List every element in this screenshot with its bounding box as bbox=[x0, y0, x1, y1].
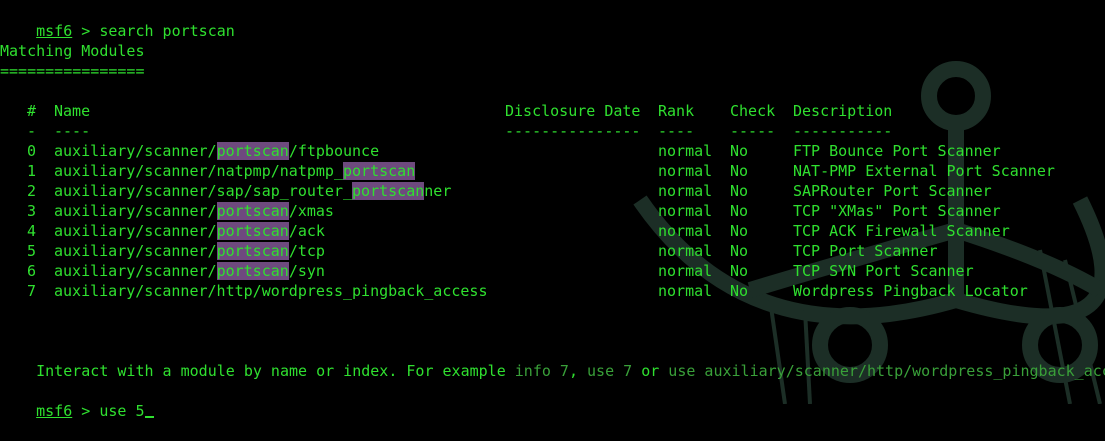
section-heading: Matching Modules bbox=[0, 42, 145, 60]
row-rank: normal bbox=[658, 182, 713, 200]
row-module-name: auxiliary/scanner/portscan/ftpbounce bbox=[54, 142, 380, 160]
row-num: 6 bbox=[27, 262, 37, 280]
example-info-command: info 7 bbox=[514, 362, 569, 380]
prompt-line: msf6 > search portscan bbox=[0, 1, 235, 40]
dashes-name: ---- bbox=[54, 122, 91, 140]
row-num: 1 bbox=[27, 162, 37, 180]
row-check: No bbox=[730, 282, 749, 300]
prompt-separator: > bbox=[72, 22, 100, 40]
table-row: 6 auxiliary/scanner/portscan/syn normal … bbox=[0, 261, 1105, 281]
table-row: 0 auxiliary/scanner/portscan/ftpbounce n… bbox=[0, 141, 1105, 161]
dashes-description: ----------- bbox=[793, 122, 893, 140]
search-match: portscan bbox=[352, 182, 425, 200]
row-description: NAT-PMP External Port Scanner bbox=[793, 162, 1055, 180]
row-rank: normal bbox=[658, 262, 713, 280]
dashes-num: - bbox=[27, 122, 37, 140]
row-rank: normal bbox=[658, 242, 713, 260]
row-description: FTP Bounce Port Scanner bbox=[793, 142, 1001, 160]
dashes-rank: ---- bbox=[658, 122, 695, 140]
prompt-name: msf6 bbox=[36, 402, 73, 420]
row-check: No bbox=[730, 262, 749, 280]
table-row: 2 auxiliary/scanner/sap/sap_router_ports… bbox=[0, 181, 1105, 201]
row-num: 5 bbox=[27, 242, 37, 260]
example-use-index-command: use 7 bbox=[587, 362, 633, 380]
search-match: portscan bbox=[216, 242, 289, 260]
table-row: 1 auxiliary/scanner/natpmp/natpmp_portsc… bbox=[0, 161, 1105, 181]
row-num: 2 bbox=[27, 182, 37, 200]
search-match: portscan bbox=[216, 262, 289, 280]
row-module-name: auxiliary/scanner/sap/sap_router_portsca… bbox=[54, 182, 452, 200]
row-module-name: auxiliary/scanner/portscan/syn bbox=[54, 262, 325, 280]
row-module-name: auxiliary/scanner/http/wordpress_pingbac… bbox=[54, 282, 488, 300]
table-row: 4 auxiliary/scanner/portscan/ack normal … bbox=[0, 221, 1105, 241]
dashes-check: ----- bbox=[730, 122, 776, 140]
row-description: Wordpress Pingback Locator bbox=[793, 282, 1028, 300]
row-rank: normal bbox=[658, 162, 713, 180]
row-description: TCP ACK Firewall Scanner bbox=[793, 222, 1010, 240]
row-description: SAPRouter Port Scanner bbox=[793, 182, 992, 200]
header-description: Description bbox=[793, 102, 893, 120]
header-date: Disclosure Date bbox=[505, 102, 641, 120]
row-module-name: auxiliary/scanner/natpmp/natpmp_portscan bbox=[54, 162, 416, 180]
prompt-line-input[interactable]: msf6 > use 5 bbox=[0, 381, 154, 420]
header-name: Name bbox=[54, 102, 91, 120]
prompt-name: msf6 bbox=[36, 22, 73, 40]
row-rank: normal bbox=[658, 282, 713, 300]
row-description: TCP SYN Port Scanner bbox=[793, 262, 974, 280]
row-check: No bbox=[730, 142, 749, 160]
row-num: 0 bbox=[27, 142, 37, 160]
row-description: TCP "XMas" Port Scanner bbox=[793, 202, 1001, 220]
row-rank: normal bbox=[658, 142, 713, 160]
search-match: portscan bbox=[216, 142, 289, 160]
row-num: 3 bbox=[27, 202, 37, 220]
row-check: No bbox=[730, 182, 749, 200]
header-check: Check bbox=[730, 102, 776, 120]
command-input[interactable]: use 5 bbox=[99, 402, 144, 420]
row-module-name: auxiliary/scanner/portscan/xmas bbox=[54, 202, 334, 220]
row-check: No bbox=[730, 222, 749, 240]
dashes-date: --------------- bbox=[505, 122, 641, 140]
row-num: 4 bbox=[27, 222, 37, 240]
row-check: No bbox=[730, 242, 749, 260]
command-text: search portscan bbox=[99, 22, 235, 40]
table-row: 5 auxiliary/scanner/portscan/tcp normal … bbox=[0, 241, 1105, 261]
row-description: TCP Port Scanner bbox=[793, 242, 938, 260]
example-use-name-command: use auxiliary/scanner/http/wordpress_pin… bbox=[668, 362, 1105, 380]
row-check: No bbox=[730, 162, 749, 180]
search-match: portscan bbox=[216, 202, 289, 220]
table-row: 3 auxiliary/scanner/portscan/xmas normal… bbox=[0, 201, 1105, 221]
text-cursor bbox=[144, 416, 154, 418]
row-rank: normal bbox=[658, 202, 713, 220]
header-num: # bbox=[27, 102, 37, 120]
row-module-name: auxiliary/scanner/portscan/ack bbox=[54, 222, 325, 240]
row-num: 7 bbox=[27, 282, 37, 300]
prompt-separator: > bbox=[72, 402, 100, 420]
row-check: No bbox=[730, 202, 749, 220]
table-header-dashes: - ---- --------------- ---- ----- ------… bbox=[0, 121, 1105, 141]
row-rank: normal bbox=[658, 222, 713, 240]
section-heading-underline: ================ bbox=[0, 62, 145, 80]
search-match: portscan bbox=[216, 222, 289, 240]
table-header: # Name Disclosure Date Rank Check Descri… bbox=[0, 101, 1105, 121]
header-rank: Rank bbox=[658, 102, 695, 120]
table-row: 7 auxiliary/scanner/http/wordpress_pingb… bbox=[0, 281, 1105, 301]
interact-hint: Interact with a module by name or index.… bbox=[0, 341, 1105, 380]
row-module-name: auxiliary/scanner/portscan/tcp bbox=[54, 242, 325, 260]
search-match: portscan bbox=[342, 162, 416, 180]
